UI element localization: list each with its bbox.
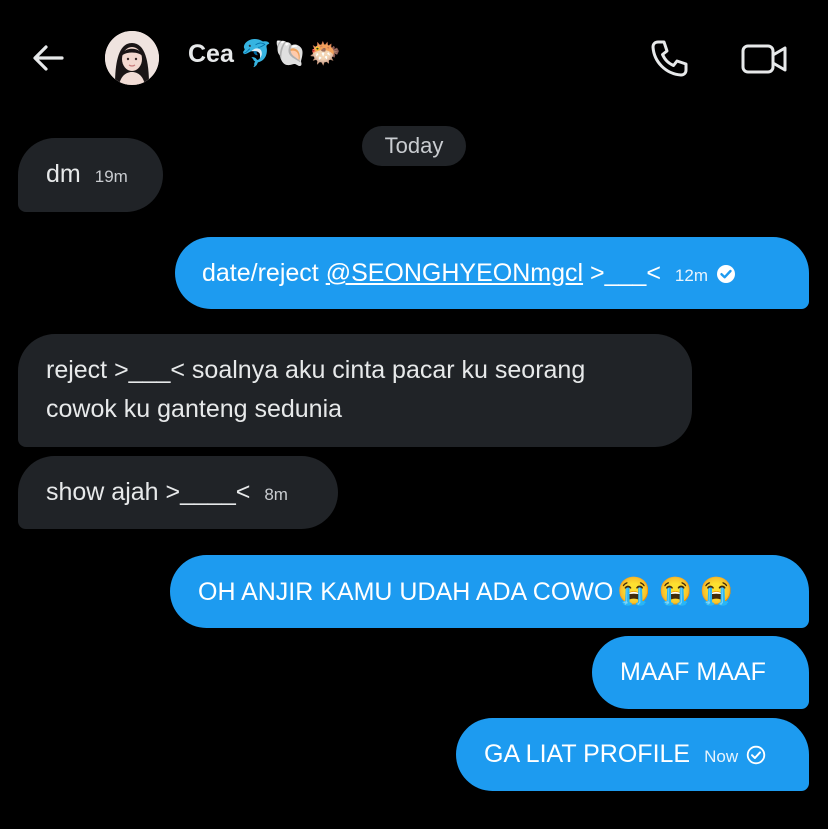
message-time: 8m [264, 485, 288, 504]
avatar[interactable] [105, 31, 159, 85]
outgoing-message[interactable]: MAAF MAAF [592, 636, 809, 709]
outgoing-message[interactable]: date/reject @SEONGHYEONmgcl >___< 12m [175, 237, 809, 309]
sent-check-icon [746, 746, 766, 765]
incoming-message[interactable]: dm 19m [18, 138, 163, 212]
message-text: date/reject [202, 259, 326, 287]
contact-name-emojis: 🐬🐚🐡 [240, 38, 344, 68]
phone-call-icon[interactable] [646, 36, 692, 82]
incoming-message[interactable]: show ajah >____< 8m [18, 456, 338, 529]
crying-emojis: 😭 😭 😭 [617, 576, 734, 606]
date-separator: Today [362, 126, 466, 166]
mention-link[interactable]: @SEONGHYEONmgcl [326, 259, 583, 287]
message-text: MAAF MAAF [620, 658, 766, 686]
message-time: 12m [674, 266, 708, 285]
message-text-line: reject >___< soalnya aku cinta pacar ku … [46, 356, 586, 384]
conversation-header: Cea 🐬🐚🐡 [0, 0, 828, 120]
contact-name[interactable]: Cea [188, 40, 234, 69]
back-arrow-icon[interactable] [28, 38, 68, 78]
read-check-icon [717, 265, 735, 284]
outgoing-message[interactable]: OH ANJIR KAMU UDAH ADA COWO 😭 😭 😭 [170, 555, 809, 628]
message-text: OH ANJIR KAMU UDAH ADA COWO [198, 578, 614, 606]
incoming-message[interactable]: reject >___< soalnya aku cinta pacar ku … [18, 334, 692, 447]
avatar-image [105, 31, 159, 85]
message-text-line: cowok ku ganteng sedunia [46, 395, 343, 423]
message-text: show ajah >____< [46, 478, 251, 506]
message-text: GA LIAT PROFILE [484, 740, 691, 768]
outgoing-message[interactable]: GA LIAT PROFILE Now [456, 718, 809, 791]
message-text-suffix: >___< [583, 259, 661, 287]
video-call-icon[interactable] [740, 36, 788, 82]
message-time: 19m [94, 167, 128, 186]
message-text: dm [46, 160, 81, 188]
message-time: Now [704, 747, 739, 766]
